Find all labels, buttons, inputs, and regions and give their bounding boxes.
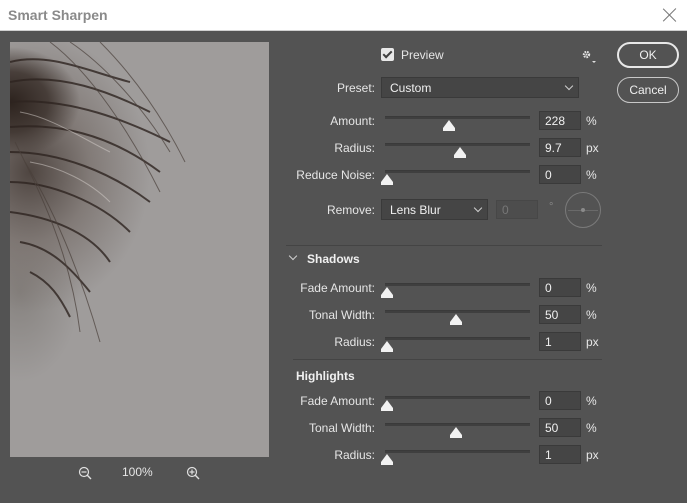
shadows-tonal-width-slider[interactable] bbox=[385, 310, 530, 325]
reduce-noise-label: Reduce Noise: bbox=[296, 168, 375, 182]
shadows-fade-amount-slider[interactable] bbox=[381, 283, 530, 298]
highlights-tonal-width-thumb[interactable] bbox=[449, 427, 462, 438]
shadows-fade-amount-label: Fade Amount: bbox=[300, 281, 375, 295]
ok-button[interactable]: OK bbox=[617, 42, 679, 68]
highlights-tonal-width-field[interactable]: 50 bbox=[539, 418, 581, 437]
highlights-tonal-width-unit: % bbox=[586, 421, 597, 435]
radius-unit: px bbox=[586, 141, 599, 155]
shadows-tonal-width-thumb[interactable] bbox=[449, 314, 462, 325]
reduce-noise-slider-thumb[interactable] bbox=[381, 174, 393, 185]
shadows-fade-amount-thumb[interactable] bbox=[381, 287, 393, 298]
divider bbox=[293, 359, 602, 360]
shadows-radius-thumb[interactable] bbox=[381, 341, 393, 352]
shadows-tonal-width-unit: % bbox=[586, 308, 597, 322]
dialog-title: Smart Sharpen bbox=[8, 7, 108, 23]
divider bbox=[286, 245, 602, 246]
preview-label: Preview bbox=[401, 48, 444, 62]
zoom-in-icon[interactable] bbox=[186, 466, 200, 483]
highlights-tonal-width-slider[interactable] bbox=[385, 423, 530, 438]
radius-field[interactable]: 9.7 bbox=[539, 138, 581, 157]
reduce-noise-unit: % bbox=[586, 168, 597, 182]
shadows-fade-amount-field[interactable]: 0 bbox=[539, 278, 581, 297]
highlights-radius-slider[interactable] bbox=[381, 450, 530, 465]
highlights-radius-unit: px bbox=[586, 448, 599, 462]
preset-label: Preset: bbox=[336, 81, 375, 95]
angle-unit: ° bbox=[549, 201, 554, 213]
remove-value: Lens Blur bbox=[390, 203, 441, 217]
amount-slider-thumb[interactable] bbox=[442, 120, 455, 131]
amount-unit: % bbox=[586, 114, 597, 128]
radius-slider[interactable] bbox=[385, 143, 530, 158]
highlights-radius-thumb[interactable] bbox=[381, 454, 393, 465]
preview-image[interactable] bbox=[10, 42, 269, 457]
amount-field[interactable]: 228 bbox=[539, 111, 581, 130]
chevron-down-icon bbox=[473, 203, 483, 213]
title-bar: Smart Sharpen bbox=[0, 0, 687, 31]
chevron-down-icon bbox=[564, 81, 574, 91]
highlights-fade-amount-thumb[interactable] bbox=[381, 400, 393, 411]
highlights-fade-amount-unit: % bbox=[586, 394, 597, 408]
shadows-tonal-width-label: Tonal Width: bbox=[308, 308, 375, 322]
gear-icon[interactable] bbox=[580, 48, 596, 67]
shadows-fade-amount-unit: % bbox=[586, 281, 597, 295]
highlights-fade-amount-slider[interactable] bbox=[381, 396, 530, 411]
shadows-radius-label: Radius: bbox=[334, 335, 375, 349]
shadows-radius-unit: px bbox=[586, 335, 599, 349]
highlights-title: Highlights bbox=[296, 369, 355, 383]
amount-slider[interactable] bbox=[385, 116, 530, 131]
angle-field: 0 bbox=[496, 200, 538, 219]
remove-label: Remove: bbox=[326, 203, 375, 217]
reduce-noise-slider[interactable] bbox=[381, 170, 530, 185]
shadows-radius-field[interactable]: 1 bbox=[539, 332, 581, 351]
highlights-radius-label: Radius: bbox=[334, 448, 375, 462]
angle-dial bbox=[565, 192, 601, 228]
radius-label: Radius: bbox=[334, 141, 375, 155]
radius-slider-thumb[interactable] bbox=[453, 147, 466, 158]
preset-value: Custom bbox=[390, 81, 432, 95]
highlights-fade-amount-label: Fade Amount: bbox=[300, 394, 375, 408]
cancel-button[interactable]: Cancel bbox=[617, 77, 679, 103]
shadows-tonal-width-field[interactable]: 50 bbox=[539, 305, 581, 324]
shadows-title[interactable]: Shadows bbox=[307, 252, 360, 266]
chevron-down-icon[interactable] bbox=[288, 251, 298, 261]
amount-label: Amount: bbox=[330, 114, 375, 128]
remove-select[interactable]: Lens Blur bbox=[381, 199, 488, 220]
close-icon[interactable] bbox=[661, 6, 679, 24]
reduce-noise-field[interactable]: 0 bbox=[539, 165, 581, 184]
highlights-tonal-width-label: Tonal Width: bbox=[308, 421, 375, 435]
highlights-radius-field[interactable]: 1 bbox=[539, 445, 581, 464]
shadows-radius-slider[interactable] bbox=[381, 337, 530, 352]
preview-checkbox[interactable] bbox=[381, 48, 394, 61]
zoom-out-icon[interactable] bbox=[78, 466, 92, 483]
highlights-fade-amount-field[interactable]: 0 bbox=[539, 391, 581, 410]
preset-select[interactable]: Custom bbox=[381, 77, 579, 98]
zoom-level: 100% bbox=[122, 465, 153, 479]
